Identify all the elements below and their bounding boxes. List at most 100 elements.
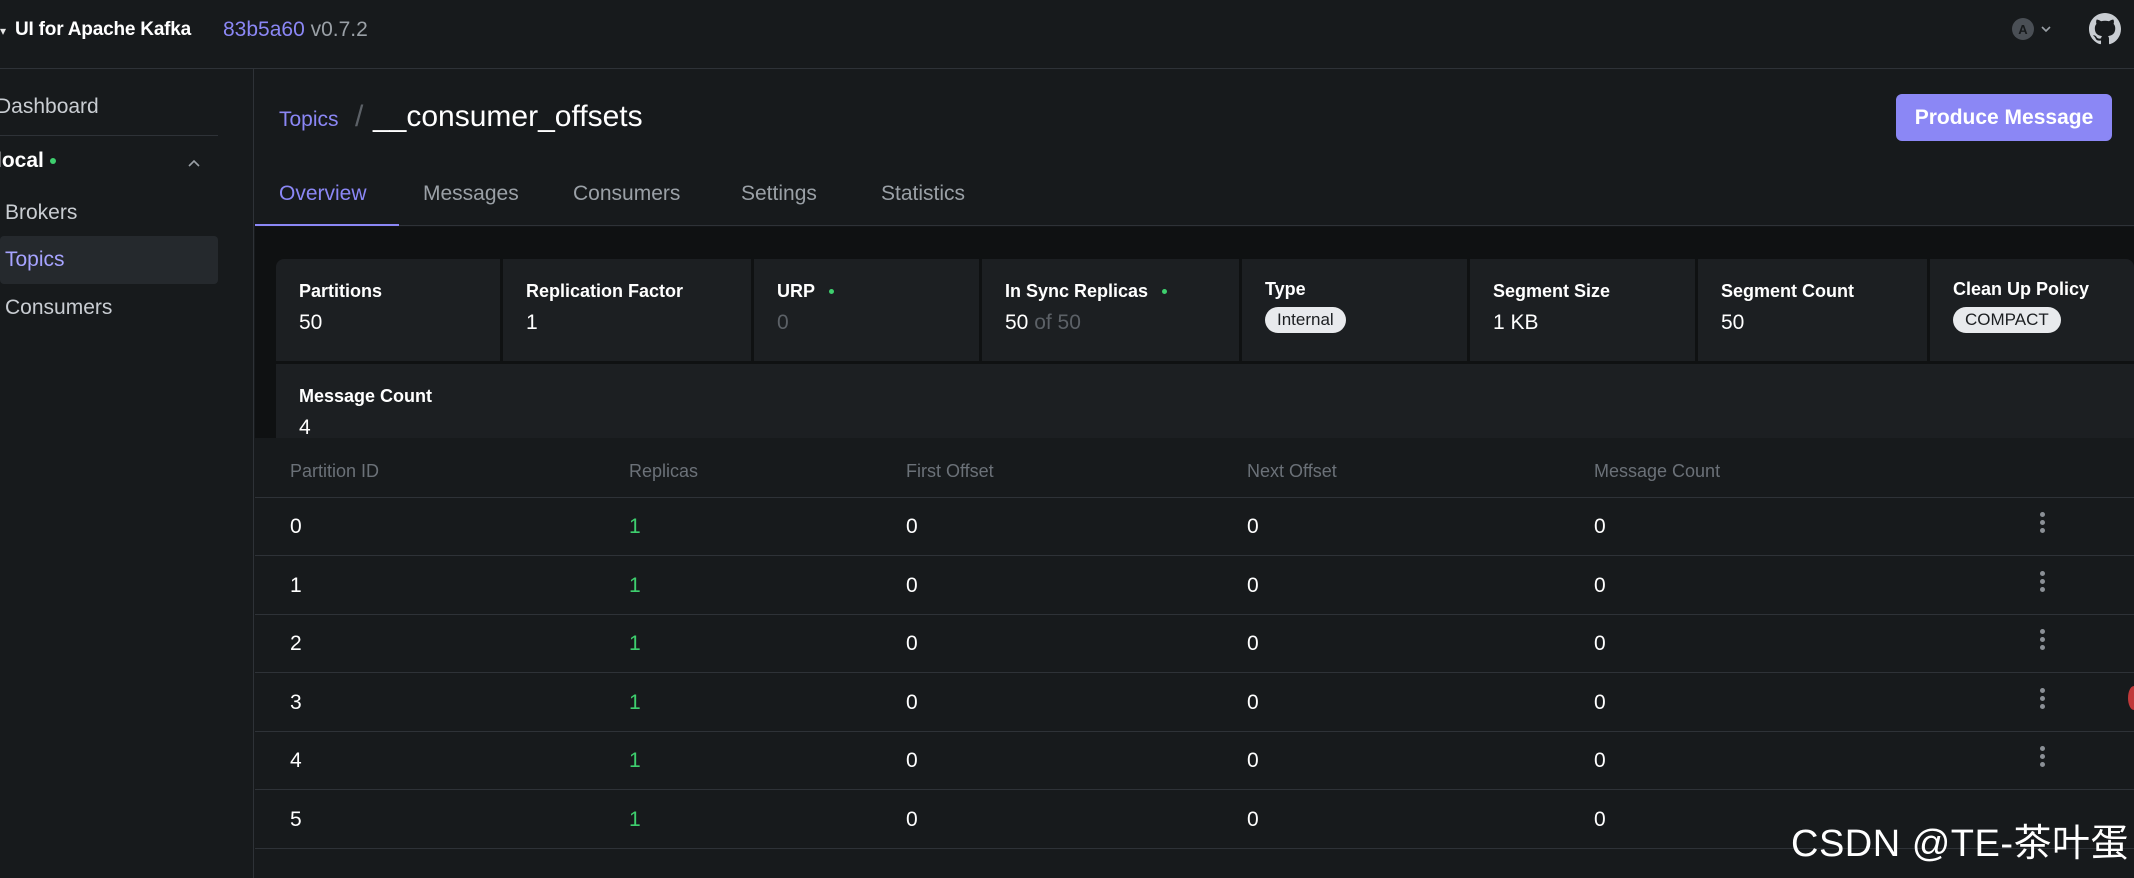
cell-message-count: 0	[1594, 691, 1606, 714]
stat-segment-count: Segment Count 50	[1698, 259, 1930, 361]
stat-value: 1	[526, 311, 538, 334]
cluster-status-dot	[49, 158, 56, 165]
cell-partition-id: 3	[290, 691, 302, 714]
row-actions-icon[interactable]	[2040, 512, 2046, 536]
column-header-message-count[interactable]: Message Count	[1594, 461, 1720, 482]
cell-message-count: 0	[1594, 749, 1606, 772]
stat-replication-factor: Replication Factor 1	[503, 259, 754, 361]
cell-next-offset: 0	[1247, 574, 1259, 597]
cell-first-offset: 0	[906, 808, 918, 831]
cell-first-offset: 0	[906, 632, 918, 655]
cell-partition-id: 2	[290, 632, 302, 655]
chevron-up-icon[interactable]	[186, 157, 202, 169]
stats-panel: Partitions 50 Replication Factor 1 URP 0…	[276, 259, 2134, 467]
stat-label: Segment Size	[1493, 281, 1611, 301]
stat-value: 4	[299, 416, 311, 439]
stat-value: 50 of 50	[1005, 311, 1081, 334]
stat-value: 1 KB	[1493, 311, 1539, 334]
cell-replicas: 1	[629, 574, 641, 597]
cell-message-count: 0	[1594, 574, 1606, 597]
sidebar-item-dashboard[interactable]: Dashboard	[0, 95, 99, 119]
github-icon[interactable]	[2089, 13, 2121, 45]
stat-value: 0	[777, 311, 789, 334]
table-row: 4 1 0 0 0	[255, 732, 2134, 790]
version-number: v0.7.2	[310, 18, 368, 41]
floating-action-dot[interactable]	[2128, 686, 2134, 710]
produce-message-button[interactable]: Produce Message	[1896, 94, 2112, 141]
cell-next-offset: 0	[1247, 749, 1259, 772]
column-header-partition-id[interactable]: Partition ID	[290, 461, 379, 482]
tab-statistics[interactable]: Statistics	[881, 182, 965, 226]
tab-messages[interactable]: Messages	[423, 182, 519, 226]
sidebar-item-brokers[interactable]: Brokers	[0, 189, 218, 237]
cell-replicas: 1	[629, 515, 641, 538]
page-header: Topics / __consumer_offsets Produce Mess…	[255, 70, 2134, 170]
stats-area: Partitions 50 Replication Factor 1 URP 0…	[255, 227, 2134, 467]
tab-consumers[interactable]: Consumers	[573, 182, 680, 226]
cell-first-offset: 0	[906, 749, 918, 772]
cell-replicas: 1	[629, 808, 641, 831]
sidebar-item-label: Topics	[5, 248, 65, 271]
stat-value: 50	[1721, 311, 1745, 334]
stat-label: Message Count	[299, 386, 433, 406]
stat-value: 50	[299, 311, 323, 334]
main-content: Topics / __consumer_offsets Produce Mess…	[255, 70, 2134, 878]
sidebar-divider	[0, 135, 218, 136]
chevron-down-icon	[2041, 26, 2051, 33]
stat-urp: URP 0	[754, 259, 982, 361]
type-badge: Internal	[1265, 307, 1346, 333]
row-actions-icon[interactable]	[2040, 746, 2046, 770]
stat-type: Type Internal	[1242, 259, 1470, 361]
sidebar: Dashboard local Brokers Topics Consumers	[0, 69, 254, 878]
table-row: 0 1 0 0 0	[255, 498, 2134, 556]
logo-icon: ▾	[0, 24, 7, 38]
cell-partition-id: 5	[290, 808, 302, 831]
stat-clean-up-policy: Clean Up Policy COMPACT	[1930, 259, 2134, 361]
stat-label: Segment Count	[1721, 281, 1854, 301]
version-info: 83b5a60 v0.7.2	[223, 18, 368, 42]
table-row: 2 1 0 0 0	[255, 615, 2134, 673]
app-title[interactable]: UI for Apache Kafka	[15, 19, 191, 41]
page-title: __consumer_offsets	[373, 100, 643, 133]
cell-partition-id: 4	[290, 749, 302, 772]
user-menu[interactable]: A	[2012, 18, 2052, 40]
sidebar-item-label: Consumers	[5, 296, 113, 319]
column-header-replicas[interactable]: Replicas	[629, 461, 698, 482]
stat-label: In Sync Replicas	[1005, 281, 1239, 302]
isr-status-dot	[1162, 289, 1168, 294]
version-hash-link[interactable]: 83b5a60	[223, 18, 305, 41]
cell-partition-id: 1	[290, 574, 302, 597]
topic-tabs: Overview Overview Messages Consumers Set…	[255, 170, 2134, 226]
column-header-first-offset[interactable]: First Offset	[906, 461, 994, 482]
row-actions-icon[interactable]	[2040, 688, 2046, 712]
stat-label: URP	[777, 281, 979, 302]
urp-status-dot	[829, 289, 835, 294]
row-actions-icon[interactable]	[2040, 571, 2046, 595]
cell-next-offset: 0	[1247, 632, 1259, 655]
cell-partition-id: 0	[290, 515, 302, 538]
stat-label: Replication Factor	[526, 281, 684, 301]
breadcrumb-separator: /	[355, 100, 364, 133]
policy-badge: COMPACT	[1953, 307, 2061, 333]
cluster-name: local	[0, 149, 44, 172]
sidebar-cluster-local[interactable]: local	[0, 149, 56, 173]
cell-replicas: 1	[629, 749, 641, 772]
stat-label: Clean Up Policy	[1953, 279, 2090, 299]
cell-message-count: 0	[1594, 808, 1606, 831]
tab-settings[interactable]: Settings	[741, 182, 817, 226]
stat-partitions: Partitions 50	[276, 259, 503, 361]
cell-first-offset: 0	[906, 515, 918, 538]
table-row: 3 1 0 0 0	[255, 674, 2134, 732]
cell-message-count: 0	[1594, 515, 1606, 538]
cell-message-count: 0	[1594, 632, 1606, 655]
top-bar: ▾ UI for Apache Kafka 83b5a60 v0.7.2 A	[0, 0, 2134, 69]
stat-segment-size: Segment Size 1 KB	[1470, 259, 1698, 361]
column-header-next-offset[interactable]: Next Offset	[1247, 461, 1337, 482]
row-actions-icon[interactable]	[2040, 629, 2046, 653]
stat-label: Partitions	[299, 281, 383, 301]
sidebar-item-topics[interactable]: Topics	[0, 236, 218, 284]
breadcrumb-topics-link[interactable]: Topics	[279, 108, 339, 132]
sidebar-item-consumers[interactable]: Consumers	[0, 284, 218, 332]
tab-overview-label[interactable]: Overview	[255, 182, 399, 226]
stat-label: Type	[1265, 279, 1306, 299]
